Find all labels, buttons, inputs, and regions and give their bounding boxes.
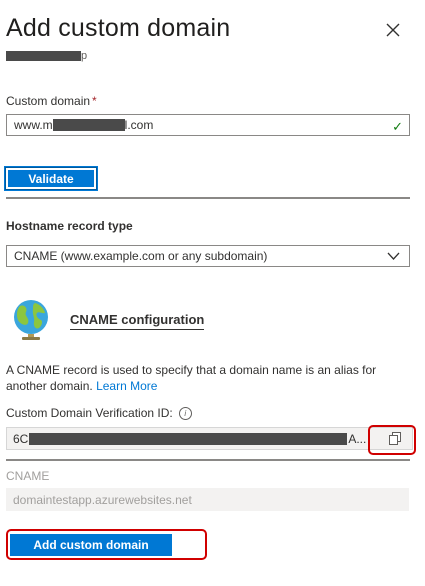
- cname-label: CNAME: [6, 469, 50, 483]
- verification-value-suffix: A...: [348, 431, 367, 446]
- redacted-app-name: [6, 51, 81, 61]
- cname-value-field: domaintestapp.azurewebsites.net: [6, 488, 409, 511]
- verification-id-label-text: Custom Domain Verification ID:: [6, 406, 173, 420]
- cname-description: A CNAME record is used to specify that a…: [6, 362, 406, 394]
- redacted-verification-id: [29, 432, 348, 445]
- panel-title: Add custom domain: [6, 14, 231, 42]
- verification-id-label: Custom Domain Verification ID: i: [6, 406, 192, 421]
- verification-id-field[interactable]: 6C A...: [6, 427, 413, 450]
- custom-domain-label-text: Custom domain: [6, 94, 91, 108]
- required-mark: *: [92, 94, 97, 108]
- add-button-highlight: [6, 529, 207, 560]
- domain-value-prefix: www.m: [14, 118, 53, 132]
- redacted-domain: [52, 119, 125, 131]
- chevron-down-icon: [387, 252, 400, 260]
- cname-configuration-title: CNAME configuration: [70, 312, 205, 330]
- panel-subtitle: p: [6, 50, 87, 62]
- info-icon[interactable]: i: [178, 407, 192, 421]
- domain-value-suffix: l.com: [124, 118, 154, 132]
- custom-domain-label: Custom domain *: [6, 94, 97, 108]
- section-divider: [6, 197, 410, 199]
- checkmark-icon: ✓: [392, 119, 403, 134]
- verification-divider: [6, 459, 410, 461]
- verification-value-prefix: 6C: [13, 431, 29, 446]
- hostname-record-selected: CNAME (www.example.com or any subdomain): [14, 249, 268, 263]
- copy-button-highlight: [368, 425, 416, 455]
- cname-description-text: A CNAME record is used to specify that a…: [6, 363, 377, 393]
- hostname-record-select[interactable]: CNAME (www.example.com or any subdomain): [6, 245, 410, 267]
- validate-button[interactable]: Validate: [5, 167, 97, 190]
- globe-icon: [14, 300, 48, 340]
- custom-domain-input[interactable]: www.m l.com ✓: [6, 114, 410, 136]
- hostname-record-label: Hostname record type: [6, 219, 133, 233]
- close-icon[interactable]: [384, 21, 402, 39]
- learn-more-link[interactable]: Learn More: [96, 379, 157, 393]
- subtitle-suffix: p: [81, 50, 88, 62]
